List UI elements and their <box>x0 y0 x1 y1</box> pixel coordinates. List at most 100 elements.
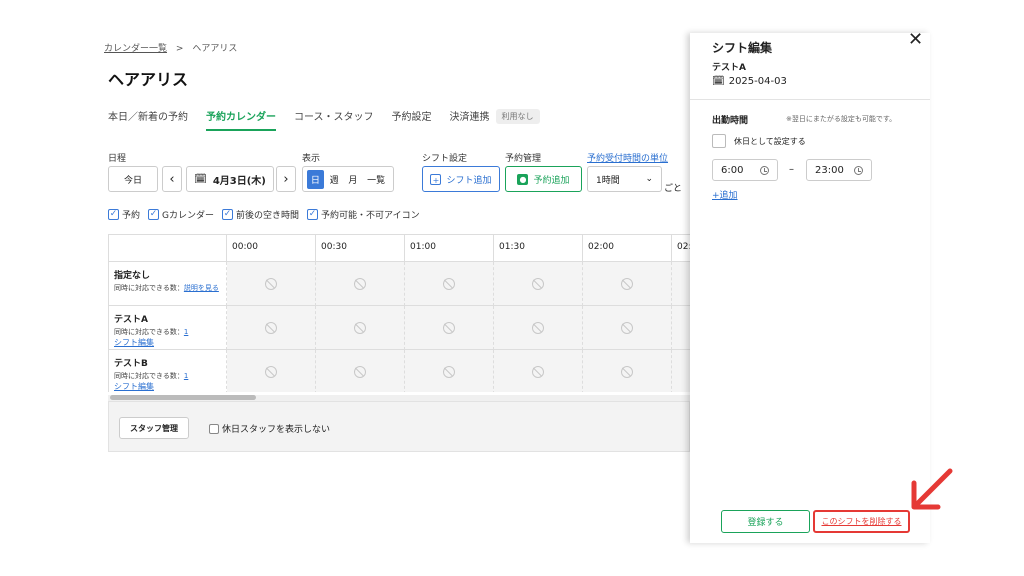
calendar-plus-icon: + <box>430 173 442 185</box>
scrollbar-thumb[interactable] <box>110 395 256 400</box>
checkbox-checked-icon: ✓ <box>307 209 319 220</box>
panel-staff-name: テストA <box>712 63 746 73</box>
grid-footer: スタッフ管理 休日スタッフを表示しない <box>108 401 690 452</box>
reservation-mgmt-label: 予約管理 <box>505 154 542 164</box>
panel-date: 🗓 2025-04-03 <box>712 76 787 87</box>
time-range-separator: – <box>789 164 794 175</box>
add-shift-label: シフト追加 <box>446 175 492 186</box>
staff-row-test-b: テストB 同時に対応できる数：1 シフト編集 <box>109 350 690 392</box>
checkbox-unchecked-icon <box>209 423 219 434</box>
end-time-value: 23:00 <box>815 164 844 176</box>
tab-course-staff[interactable]: コース・スタッフ <box>294 108 374 131</box>
time-header: 02:00 <box>583 235 672 262</box>
capacity-link[interactable]: 1 <box>184 372 188 380</box>
unavailable-icon <box>532 321 544 334</box>
time-slot[interactable] <box>672 306 690 350</box>
filter-label: Gカレンダー <box>162 211 214 221</box>
time-unit-select[interactable]: 1時間 ⌄ <box>587 166 662 192</box>
hide-holiday-staff-checkbox[interactable]: 休日スタッフを表示しない <box>209 422 330 435</box>
unavailable-icon <box>621 321 633 334</box>
staff-name-cell: テストA 同時に対応できる数：1 シフト編集 <box>109 306 227 350</box>
breadcrumb-calendar-list-link[interactable]: カレンダー一覧 <box>104 44 167 54</box>
delete-shift-button[interactable]: このシフトを削除する <box>813 510 910 533</box>
current-date: 4月3日(木) <box>212 175 266 187</box>
checkbox-checked-icon: ✓ <box>108 209 119 220</box>
add-time-range-link[interactable]: +追加 <box>712 188 738 201</box>
filter-label: 予約可能・不可アイコン <box>321 211 420 221</box>
set-as-holiday-checkbox[interactable]: 休日として設定する <box>712 134 806 148</box>
set-as-holiday-label: 休日として設定する <box>734 136 806 146</box>
time-slot[interactable] <box>405 350 494 392</box>
time-slot[interactable] <box>405 306 494 350</box>
edit-shift-link[interactable]: シフト編集 <box>114 337 221 348</box>
checkbox-checked-icon: ✓ <box>222 209 233 220</box>
panel-date-value: 2025-04-03 <box>728 76 787 87</box>
today-button[interactable]: 今日 <box>108 166 158 192</box>
panel-divider <box>690 99 930 100</box>
time-slot[interactable] <box>672 262 690 306</box>
time-slot[interactable] <box>672 350 690 392</box>
overnight-note: ※翌日にまたがる設定も可能です。 <box>786 115 897 123</box>
time-slot[interactable] <box>583 306 672 350</box>
end-time-input[interactable]: 23:00 <box>806 159 872 181</box>
staff-name-cell: テストB 同時に対応できる数：1 シフト編集 <box>109 350 227 392</box>
filter-google-calendar[interactable]: ✓ Gカレンダー <box>148 208 214 221</box>
time-unit-help-link[interactable]: 予約受付時間の単位 <box>587 151 668 164</box>
time-header: 01:00 <box>405 235 494 262</box>
start-time-input[interactable]: 6:00 <box>712 159 778 181</box>
view-day[interactable]: 日 <box>306 169 324 189</box>
edit-shift-link[interactable]: シフト編集 <box>114 381 221 392</box>
time-slot[interactable] <box>583 262 672 306</box>
staff-row-unassigned: 指定なし 同時に対応できる数：説明を見る <box>109 262 690 306</box>
capacity-text: 同時に対応できる数：1 <box>114 371 221 381</box>
help-link[interactable]: 説明を見る <box>184 284 219 292</box>
time-slot[interactable] <box>316 262 405 306</box>
unavailable-icon <box>265 277 277 290</box>
time-slot[interactable] <box>405 262 494 306</box>
register-button[interactable]: 登録する <box>721 510 810 533</box>
view-month[interactable]: 月 <box>344 170 361 189</box>
work-time-label: 出勤時間 <box>712 116 749 126</box>
page-title: ヘアアリス <box>108 70 189 89</box>
breadcrumb-current: ヘアアリス <box>192 44 238 54</box>
prev-day-button[interactable]: ‹ <box>162 166 182 192</box>
time-slot[interactable] <box>316 350 405 392</box>
filter-reservation[interactable]: ✓ 予約 <box>108 208 140 221</box>
breadcrumb: カレンダー一覧 > ヘアアリス <box>104 41 237 54</box>
unavailable-icon <box>443 321 455 334</box>
capacity-link[interactable]: 1 <box>184 328 188 336</box>
clock-icon <box>854 165 863 175</box>
panel-title: シフト編集 <box>712 41 773 55</box>
tab-reservation-calendar[interactable]: 予約カレンダー <box>206 108 276 131</box>
tab-reservation-settings[interactable]: 予約設定 <box>392 108 432 131</box>
time-slot[interactable] <box>494 262 583 306</box>
time-slot[interactable] <box>227 262 316 306</box>
unavailable-icon <box>532 365 544 378</box>
time-slot[interactable] <box>316 306 405 350</box>
date-picker[interactable]: 🗓 4月3日(木) <box>186 166 274 192</box>
checkbox-checked-icon: ✓ <box>148 209 160 220</box>
add-shift-button[interactable]: + シフト追加 <box>422 166 500 192</box>
next-day-button[interactable]: › <box>276 166 296 192</box>
close-icon[interactable]: ✕ <box>908 29 923 50</box>
tab-payment[interactable]: 決済連携 <box>450 108 490 131</box>
unavailable-icon <box>354 321 366 334</box>
header-corner <box>109 235 227 262</box>
checkbox-unchecked-icon <box>712 134 726 148</box>
time-slot[interactable] <box>227 306 316 350</box>
tab-bar: 本日／新着の予約 予約カレンダー コース・スタッフ 予約設定 決済連携 利用なし <box>108 108 540 131</box>
time-slot[interactable] <box>494 350 583 392</box>
add-reservation-button[interactable]: ● 予約追加 <box>505 166 582 192</box>
time-slot[interactable] <box>494 306 583 350</box>
view-list[interactable]: 一覧 <box>363 170 389 189</box>
clock-icon <box>760 165 769 175</box>
staff-management-button[interactable]: スタッフ管理 <box>119 417 189 439</box>
time-slot[interactable] <box>227 350 316 392</box>
view-label: 表示 <box>302 154 321 164</box>
filter-label: 前後の空き時間 <box>236 211 300 221</box>
time-slot[interactable] <box>583 350 672 392</box>
tab-today-new[interactable]: 本日／新着の予約 <box>108 108 188 131</box>
filter-buffer-time[interactable]: ✓ 前後の空き時間 <box>222 208 299 221</box>
view-week[interactable]: 週 <box>326 170 343 189</box>
filter-availability-icon[interactable]: ✓ 予約可能・不可アイコン <box>307 208 420 221</box>
